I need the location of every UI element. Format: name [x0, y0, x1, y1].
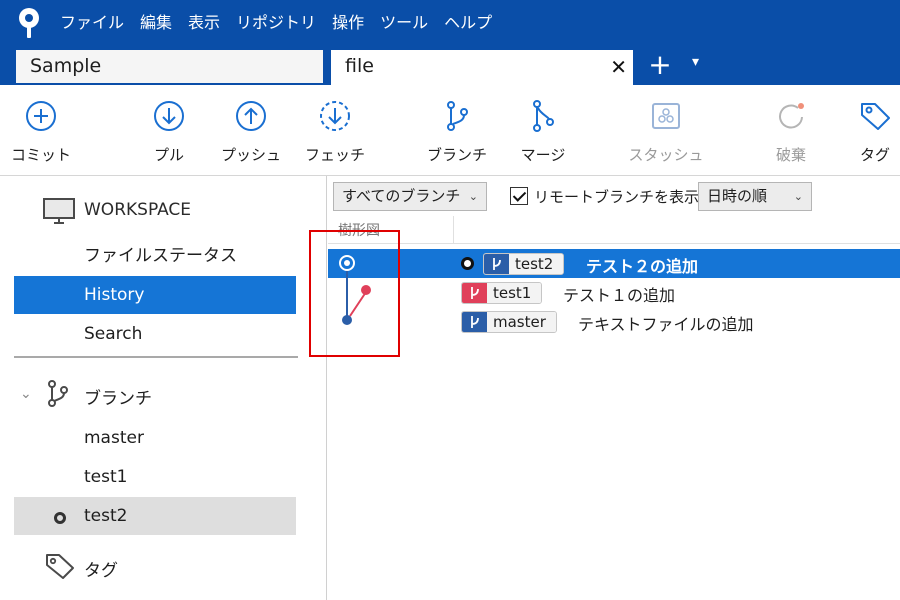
sidebar: WORKSPACE ファイルステータス History Search ⌄ ブラン… — [0, 176, 327, 600]
tool-label: プル — [153, 146, 184, 164]
branch-badge-label: master — [487, 312, 556, 332]
pull-button[interactable]: プル — [132, 85, 206, 176]
commit-message: テキストファイルの追加 — [578, 315, 754, 334]
annotation-highlight-box — [309, 230, 400, 357]
current-branch-icon — [54, 512, 66, 524]
tool-label: プッシュ — [220, 146, 281, 164]
tool-label: フェッチ — [304, 146, 365, 164]
discard-icon — [779, 103, 804, 129]
chevron-down-icon: ⌄ — [468, 190, 478, 203]
show-remote-label[interactable]: リモートブランチを表示 — [534, 186, 699, 207]
sidebar-item-branch-master[interactable]: master — [14, 419, 296, 457]
discard-button[interactable]: 破棄 — [754, 85, 828, 176]
tab-sample[interactable]: Sample — [14, 48, 325, 85]
menu-tools[interactable]: ツール — [372, 0, 436, 46]
fetch-button[interactable]: フェッチ — [298, 85, 372, 176]
tool-label: スタッシュ — [628, 146, 704, 164]
tab-file[interactable]: file ✕ — [329, 48, 635, 85]
branch-badge-test2[interactable]: test2 — [483, 253, 565, 275]
tag-button[interactable]: タグ — [838, 85, 900, 176]
tag-icon — [861, 103, 890, 130]
close-icon[interactable]: ✕ — [610, 55, 627, 79]
sidebar-item-search[interactable]: Search — [14, 315, 296, 353]
dropdown-value: 日時の順 — [707, 187, 768, 205]
menu-file[interactable]: ファイル — [52, 0, 132, 46]
head-indicator-icon — [461, 257, 474, 270]
monitor-icon — [43, 198, 75, 224]
tab-label: Sample — [30, 55, 102, 77]
stash-icon — [652, 103, 680, 129]
history-column-header: 樹形図 — [328, 216, 900, 244]
dropdown-value: すべてのブランチ — [342, 187, 461, 205]
merge-button[interactable]: マージ — [506, 85, 580, 176]
toolbar: コミット プル プッシュ フェッチ ブランチ マージ スタッシュ 破棄 タグ — [0, 85, 900, 176]
branch-badge-label: test2 — [509, 254, 564, 274]
sidebar-item-label: ファイルステータス — [84, 246, 237, 266]
divider — [14, 356, 298, 358]
title-bar: ファイル 編集 表示 リポジトリ 操作 ツール ヘルプ Sample file … — [0, 0, 900, 85]
commit-message: テスト１の追加 — [563, 286, 676, 305]
workspace-label: WORKSPACE — [84, 200, 192, 220]
branch-icon — [462, 283, 487, 303]
sidebar-item-label: test1 — [84, 467, 128, 487]
sidebar-item-label: History — [84, 285, 145, 305]
branch-icon — [48, 380, 68, 407]
arrow-down-circle-icon — [154, 101, 184, 131]
menu-repository[interactable]: リポジトリ — [228, 0, 324, 46]
branch-icon — [447, 101, 468, 131]
tab-label: file — [345, 55, 374, 77]
sidebar-item-label: Search — [84, 324, 143, 344]
branch-icon — [462, 312, 487, 332]
plus-circle-icon — [26, 101, 56, 131]
sidebar-item-label: test2 — [84, 506, 128, 526]
branch-icon — [484, 254, 509, 274]
tool-label: コミット — [10, 146, 71, 164]
menu-bar: ファイル 編集 表示 リポジトリ 操作 ツール ヘルプ — [52, 0, 500, 46]
menu-edit[interactable]: 編集 — [132, 0, 180, 46]
menu-help[interactable]: ヘルプ — [436, 0, 500, 46]
branch-button[interactable]: ブランチ — [420, 85, 494, 176]
chevron-down-icon[interactable]: ⌄ — [20, 386, 32, 402]
new-tab-button[interactable]: + — [645, 50, 675, 82]
tool-label: マージ — [520, 146, 566, 164]
tab-menu-chevron-icon[interactable]: ▾ — [692, 54, 699, 70]
branches-label[interactable]: ブランチ — [84, 384, 152, 409]
merge-icon — [533, 100, 554, 132]
sourcetree-logo-icon — [19, 8, 39, 38]
sidebar-item-branch-test1[interactable]: test1 — [14, 458, 296, 496]
stash-button[interactable]: スタッシュ — [624, 85, 708, 176]
tool-label: ブランチ — [426, 146, 487, 164]
sort-order-dropdown[interactable]: 日時の順 ⌄ — [698, 182, 812, 211]
branch-filter-dropdown[interactable]: すべてのブランチ ⌄ — [333, 182, 487, 211]
history-panel: すべてのブランチ ⌄ リモートブランチを表示 日時の順 ⌄ 樹形図 test2 … — [328, 176, 900, 600]
arrow-up-circle-icon — [236, 101, 266, 131]
dashed-arrow-down-circle-icon — [320, 101, 350, 131]
tool-label: タグ — [859, 146, 890, 164]
show-remote-checkbox[interactable] — [510, 187, 528, 205]
branch-badge-test1[interactable]: test1 — [461, 282, 543, 304]
branch-badge-label: test1 — [487, 283, 542, 303]
commit-message: テスト２の追加 — [586, 257, 699, 276]
tag-icon — [46, 554, 74, 579]
menu-actions[interactable]: 操作 — [324, 0, 372, 46]
branch-badge-master[interactable]: master — [461, 311, 557, 333]
sidebar-item-label: master — [84, 428, 144, 448]
tags-label[interactable]: タグ — [84, 556, 118, 581]
commit-button[interactable]: コミット — [4, 85, 78, 176]
push-button[interactable]: プッシュ — [214, 85, 288, 176]
sidebar-item-history[interactable]: History — [14, 276, 296, 314]
chevron-down-icon: ⌄ — [793, 190, 803, 203]
tool-label: 破棄 — [775, 146, 806, 164]
sidebar-item-branch-test2[interactable]: test2 — [14, 497, 296, 535]
filter-bar: すべてのブランチ ⌄ リモートブランチを表示 日時の順 ⌄ — [328, 176, 900, 216]
column-separator[interactable] — [453, 216, 454, 244]
sidebar-item-file-status[interactable]: ファイルステータス — [14, 237, 296, 275]
menu-view[interactable]: 表示 — [180, 0, 228, 46]
